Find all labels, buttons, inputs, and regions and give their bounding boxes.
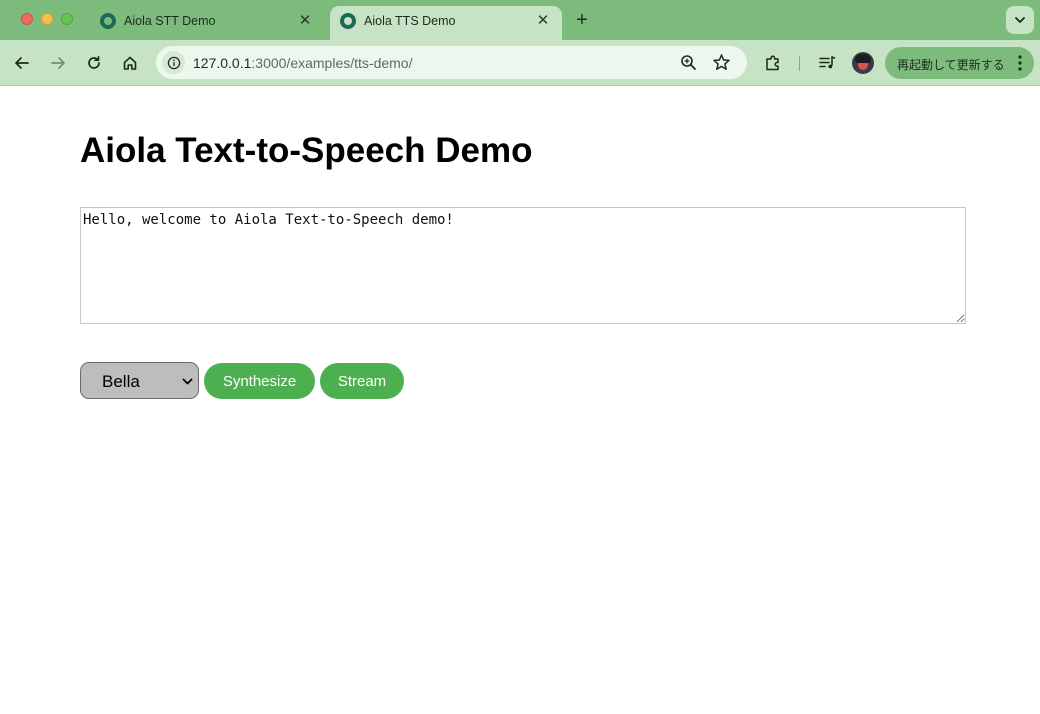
tab-tts-demo[interactable]: Aiola TTS Demo ✕ — [330, 6, 562, 40]
home-icon — [123, 56, 137, 70]
back-icon — [15, 57, 29, 69]
forward-icon — [51, 57, 65, 69]
url-host: 127.0.0.1 — [193, 55, 252, 71]
zoom-icon[interactable] — [680, 54, 697, 71]
stream-button[interactable]: Stream — [320, 363, 404, 399]
home-button[interactable] — [118, 51, 142, 75]
tab-strip: Aiola STT Demo ✕ Aiola TTS Demo ✕ + — [0, 0, 1040, 40]
relaunch-update-label: 再起動して更新する — [897, 58, 1005, 72]
tab-search-button[interactable] — [1006, 6, 1034, 34]
info-icon — [167, 56, 180, 69]
media-control-button[interactable] — [815, 51, 839, 75]
voice-select[interactable]: Bella — [80, 362, 199, 399]
tab-favicon-icon — [100, 13, 116, 29]
media-control-icon — [819, 56, 836, 69]
site-info-button[interactable] — [162, 51, 185, 74]
tab-stt-demo[interactable]: Aiola STT Demo ✕ — [90, 6, 324, 40]
extensions-button[interactable] — [761, 51, 785, 75]
tab-favicon-icon — [340, 13, 356, 29]
synthesize-button[interactable]: Synthesize — [204, 363, 315, 399]
browser-toolbar: 127.0.0.1:3000/examples/tts-demo/ 再起動して更… — [0, 40, 1040, 86]
profile-avatar[interactable] — [852, 52, 874, 74]
back-button[interactable] — [10, 51, 34, 75]
page-title: Aiola Text-to-Speech Demo — [80, 131, 533, 170]
url-text[interactable]: 127.0.0.1:3000/examples/tts-demo/ — [193, 55, 412, 71]
more-icon[interactable] — [1018, 54, 1022, 72]
reload-icon — [88, 55, 100, 69]
tab-title: Aiola STT Demo — [124, 14, 216, 28]
window-zoom-button[interactable] — [61, 13, 73, 25]
window-minimize-button[interactable] — [41, 13, 53, 25]
url-path: :3000/examples/tts-demo/ — [251, 55, 413, 71]
chevron-down-icon — [182, 378, 193, 385]
tts-text-input[interactable]: Hello, welcome to Aiola Text-to-Speech d… — [80, 207, 966, 324]
avatar-hair — [855, 54, 871, 63]
close-icon[interactable]: ✕ — [296, 12, 314, 30]
tab-title: Aiola TTS Demo — [364, 14, 456, 28]
star-icon[interactable] — [712, 53, 731, 72]
window-close-button[interactable] — [21, 13, 33, 25]
reload-button[interactable] — [82, 51, 106, 75]
voice-select-value: Bella — [102, 372, 140, 391]
forward-button[interactable] — [46, 51, 70, 75]
chevron-down-icon — [1015, 17, 1025, 23]
relaunch-update-button[interactable]: 再起動して更新する — [885, 47, 1034, 79]
address-bar[interactable]: 127.0.0.1:3000/examples/tts-demo/ — [156, 46, 747, 79]
close-icon[interactable]: ✕ — [534, 12, 552, 30]
extensions-icon — [766, 55, 779, 71]
plus-icon[interactable]: + — [572, 10, 592, 30]
toolbar-divider — [799, 56, 800, 71]
